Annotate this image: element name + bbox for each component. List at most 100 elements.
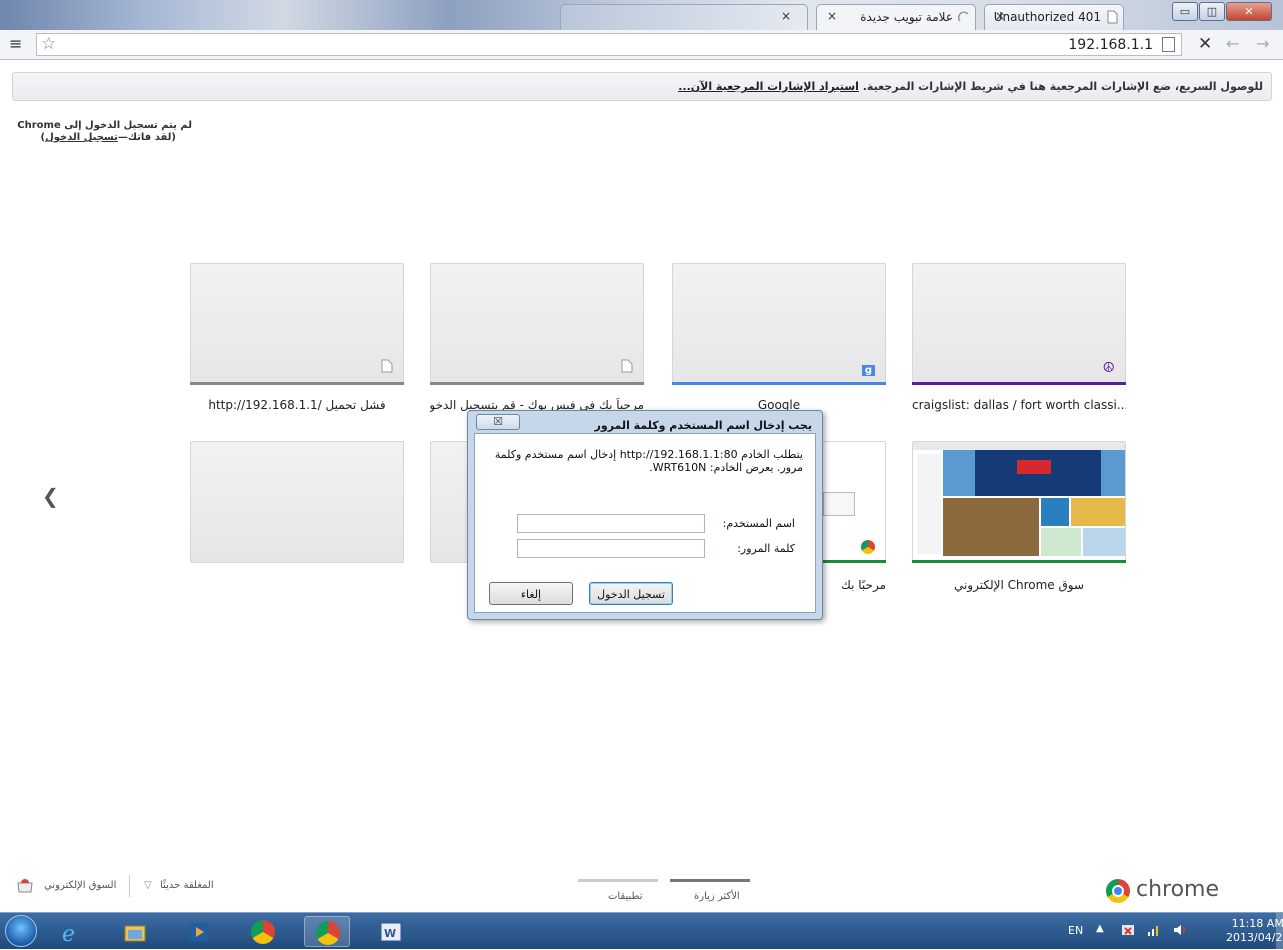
tab-new-tab[interactable]: × علامة تبويب جديدة <box>816 4 976 30</box>
clock-date: 2013/04/21 <box>1226 931 1283 944</box>
thumbnail-title[interactable]: سوق Chrome الإلكتروني <box>912 578 1126 592</box>
tab-apps-indicator <box>578 879 658 882</box>
language-indicator[interactable]: EN <box>1068 924 1083 937</box>
svg-text:W: W <box>384 927 396 940</box>
omnibox[interactable]: ☆ 192.168.1.1 <box>36 33 1182 56</box>
tab-title: 401 Unauthorized <box>993 10 1101 24</box>
chrome-logo-icon <box>1106 879 1130 903</box>
thumbnail-title[interactable]: craigslist: dallas / fort worth classi..… <box>912 398 1126 412</box>
password-label: كلمة المرور: <box>737 542 795 555</box>
tab-apps[interactable]: تطبيقات <box>608 891 643 902</box>
tab-close-icon[interactable]: × <box>827 9 837 23</box>
cancel-button[interactable]: إلغاء <box>489 582 573 605</box>
close-window-button[interactable]: ✕ <box>1226 2 1272 21</box>
tab-most-visited-indicator <box>670 879 750 882</box>
tab-most-visited[interactable]: الأكثر زيارة <box>694 891 740 902</box>
forward-icon[interactable]: → <box>1256 34 1269 53</box>
google-plus-icon: g <box>861 365 875 376</box>
page-icon <box>1162 37 1175 52</box>
thumbnail-title[interactable]: فشل تحميل /http://192.168.1.1 <box>190 398 404 412</box>
tab-background[interactable]: × <box>560 4 808 30</box>
recently-closed-menu[interactable]: المغلقة حديثًا <box>160 880 214 891</box>
footer-divider <box>129 875 130 897</box>
svg-text:e: e <box>62 922 75 944</box>
web-store-link[interactable]: السوق الإلكتروني <box>44 880 116 891</box>
thumbnail-bar <box>430 382 644 385</box>
thumbnail-bar <box>672 382 886 385</box>
username-label: اسم المستخدم: <box>722 517 795 530</box>
signin-prefix: (لقد فاتك— <box>117 132 176 143</box>
page-icon <box>621 359 633 376</box>
chrome-icon <box>316 921 340 945</box>
taskbar-word[interactable]: W <box>368 916 414 947</box>
back-icon[interactable]: ← <box>1226 34 1239 53</box>
taskbar-chrome[interactable] <box>240 916 286 947</box>
title-bar: × × علامة تبويب جديدة × 401 Unauthorized… <box>0 0 1283 30</box>
taskbar-ie[interactable]: e <box>48 916 94 947</box>
signin-notice: لم يتم تسجيل الدخول إلى Chrome (لقد فاتك… <box>16 120 216 144</box>
web-store-screenshot <box>913 442 1125 562</box>
tab-close-icon[interactable]: × <box>781 9 791 23</box>
thumbnail-google[interactable]: g <box>672 263 886 385</box>
page-icon <box>381 359 393 376</box>
thumbnail-empty <box>190 441 404 563</box>
internet-explorer-icon: e <box>59 920 83 947</box>
dialog-message: يتطلب الخادم http://192.168.1.1:80 إدخال… <box>494 448 803 474</box>
import-bookmarks-link[interactable]: استيراد الإشارات المرجعية الآن... <box>678 80 859 93</box>
auth-dialog: يجب إدخال اسم المستخدم وكلمة المرور ☒ يت… <box>467 410 823 620</box>
thumbnail-failed-load[interactable] <box>190 263 404 385</box>
toolbar: ≡ ☆ 192.168.1.1 ✕ ← → <box>0 30 1283 60</box>
dialog-close-button[interactable]: ☒ <box>476 414 520 430</box>
thumbnail-facebook[interactable] <box>430 263 644 385</box>
network-icon[interactable] <box>1146 922 1162 941</box>
url-text[interactable]: 192.168.1.1 <box>1068 37 1153 53</box>
chrome-logo-text: chrome <box>1136 877 1220 902</box>
web-store-icon[interactable] <box>16 877 34 897</box>
show-desktop-button[interactable] <box>1276 913 1283 950</box>
taskbar-explorer[interactable] <box>112 916 158 947</box>
signin-link[interactable]: تسجيل الدخول <box>45 132 118 143</box>
clock-time: 11:18 AM <box>1231 917 1283 930</box>
thumbnail-bar <box>190 382 404 385</box>
chrome-icon <box>251 920 275 944</box>
signin-line2: (لقد فاتك—تسجيل الدخول) <box>16 132 176 144</box>
thumbnail-bar <box>912 560 1126 563</box>
bookmark-prompt: للوصول السريع، ضع الإشارات المرجعية هنا … <box>862 80 1263 93</box>
chevron-down-icon[interactable]: ▽ <box>144 880 152 891</box>
stop-icon[interactable]: ✕ <box>1198 34 1212 54</box>
taskbar: e W EN ▲ 11:18 AM 2013/04/21 <box>0 912 1283 950</box>
signin-line1: لم يتم تسجيل الدخول إلى Chrome <box>17 120 192 131</box>
word-icon: W <box>379 920 403 944</box>
taskbar-chrome-active[interactable] <box>304 916 350 947</box>
thumbnail-web-store[interactable] <box>912 441 1126 563</box>
thumbnail-bar <box>912 382 1126 385</box>
folder-icon <box>123 920 147 944</box>
action-center-icon[interactable] <box>1120 922 1136 941</box>
tab-401-unauthorized[interactable]: × 401 Unauthorized <box>984 4 1124 30</box>
previous-page-icon[interactable]: ❮ <box>42 484 59 508</box>
ntp-footer: السوق الإلكتروني ▽ المغلقة حديثًا تطبيقا… <box>0 867 1283 912</box>
password-field[interactable] <box>517 539 705 558</box>
thumbnail-craigslist[interactable]: ☮ <box>912 263 1126 385</box>
start-button[interactable] <box>5 915 37 947</box>
username-field[interactable] <box>517 514 705 533</box>
media-player-icon <box>187 920 211 944</box>
show-hidden-icons-icon[interactable]: ▲ <box>1096 923 1104 934</box>
dialog-title: يجب إدخال اسم المستخدم وكلمة المرور <box>594 419 812 432</box>
maximize-button[interactable]: ◫ <box>1199 2 1225 21</box>
page-icon <box>1105 10 1119 24</box>
loading-icon <box>957 10 971 24</box>
dialog-body: يتطلب الخادم http://192.168.1.1:80 إدخال… <box>474 433 816 613</box>
minimize-button[interactable]: ▭ <box>1172 2 1198 21</box>
peace-icon: ☮ <box>1102 360 1115 376</box>
tab-title: علامة تبويب جديدة <box>860 10 953 24</box>
star-icon[interactable]: ☆ <box>41 34 56 54</box>
bookmark-bar: للوصول السريع، ضع الإشارات المرجعية هنا … <box>12 72 1272 101</box>
login-button[interactable]: تسجيل الدخول <box>589 582 673 605</box>
taskbar-media-player[interactable] <box>176 916 222 947</box>
volume-icon[interactable] <box>1172 922 1188 941</box>
chrome-icon <box>861 540 875 554</box>
screenshot-window <box>823 492 855 516</box>
menu-icon[interactable]: ≡ <box>9 34 22 53</box>
clock[interactable]: 11:18 AM 2013/04/21 <box>1226 917 1283 945</box>
